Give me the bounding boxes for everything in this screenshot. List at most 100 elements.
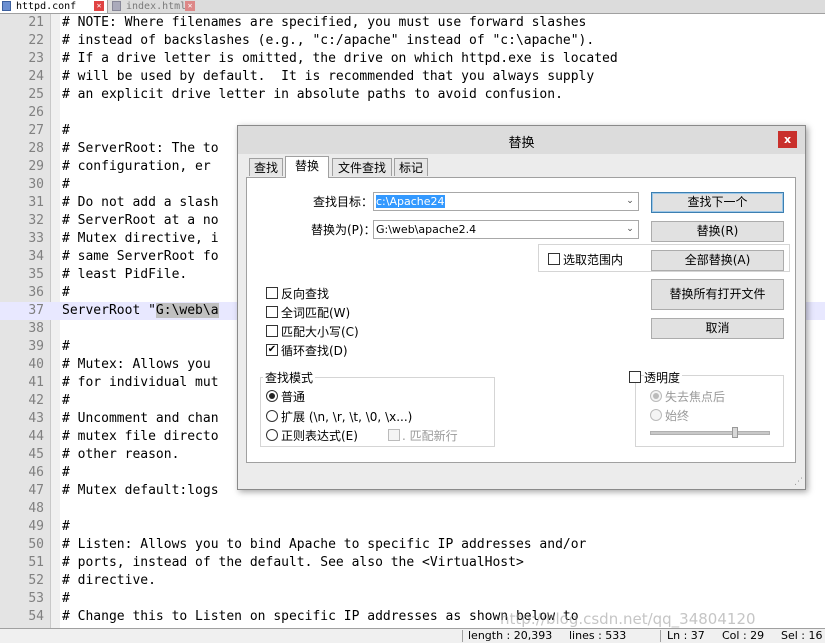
line-number: 23 <box>28 51 44 66</box>
line-number: 38 <box>28 321 44 336</box>
wrap-around-checkbox[interactable]: ✔ <box>266 344 278 356</box>
status-ln: Ln : 37 <box>667 629 705 642</box>
line-text-part: ServerRoot " <box>62 303 156 318</box>
code-line[interactable]: 23 # If a drive letter is omitted, the dr… <box>0 50 825 68</box>
line-number: 24 <box>28 69 44 84</box>
line-text-part: # <box>62 591 70 606</box>
match-case-label: 匹配大小写(C) <box>281 325 359 339</box>
line-text-part: # directive. <box>62 573 156 588</box>
line-number: 28 <box>28 141 44 156</box>
tab-label: httpd.conf <box>16 1 77 12</box>
line-text: # Do not add a slash <box>62 194 219 212</box>
code-line[interactable]: 50 # Listen: Allows you to bind Apache to… <box>0 536 825 554</box>
whole-word-checkbox[interactable] <box>266 306 278 318</box>
tab-httpd-conf[interactable]: httpd.conf ✕ <box>0 0 108 13</box>
code-line[interactable]: 21 # NOTE: Where filenames are specified,… <box>0 14 825 32</box>
on-lose-focus-radio[interactable] <box>650 390 662 402</box>
always-radio[interactable] <box>650 409 662 421</box>
cancel-button[interactable]: 取消 <box>651 318 784 339</box>
find-what-combobox[interactable]: c:\Apache24 ⌄ <box>373 192 639 211</box>
line-text: # other reason. <box>62 446 179 464</box>
code-line[interactable]: 53 # <box>0 590 825 608</box>
transparency-checkbox[interactable] <box>629 371 641 383</box>
close-tab-icon[interactable]: ✕ <box>185 1 195 11</box>
tab-replace[interactable]: 替换 <box>285 156 329 178</box>
code-line[interactable]: 26 <box>0 104 825 122</box>
line-text: # configuration, er <box>62 158 211 176</box>
replace-all-open-docs-button[interactable]: 替换所有打开文件 <box>651 279 784 310</box>
in-selection-checkbox[interactable] <box>548 253 560 265</box>
line-text-part: # <box>62 519 70 534</box>
status-separator <box>660 630 661 642</box>
line-text: # <box>62 590 70 608</box>
line-number: 48 <box>28 501 44 516</box>
document-tab-bar: httpd.conf ✕ index.html ✕ <box>0 0 825 14</box>
line-text: # <box>62 518 70 536</box>
search-mode-title: 查找模式 <box>263 369 316 386</box>
line-text-part: # an explicit drive letter in absolute p… <box>62 87 563 102</box>
file-icon <box>2 1 11 11</box>
tab-label: index.html <box>126 1 187 12</box>
match-case-checkbox[interactable] <box>266 325 278 337</box>
line-number: 54 <box>28 609 44 624</box>
line-text-part: # ports, instead of the default. See als… <box>62 555 524 570</box>
replace-all-button[interactable]: 全部替换(A) <box>651 250 784 271</box>
mode-regex-label: 正则表达式(E) <box>281 429 358 443</box>
line-number: 33 <box>28 231 44 246</box>
radio-dot <box>653 393 659 399</box>
code-line[interactable]: 51 # ports, instead of the default. See a… <box>0 554 825 572</box>
mode-normal-radio[interactable] <box>266 390 278 402</box>
line-number: 21 <box>28 15 44 30</box>
line-text-part: # Mutex: Allows you <box>62 357 211 372</box>
code-line[interactable]: 25 # an explicit drive letter in absolute… <box>0 86 825 104</box>
find-next-button[interactable]: 查找下一个 <box>651 192 784 213</box>
line-number: 49 <box>28 519 44 534</box>
code-line[interactable]: 52 # directive. <box>0 572 825 590</box>
close-dialog-button[interactable]: x <box>778 131 797 148</box>
line-text: # mutex file directo <box>62 428 219 446</box>
replace-panel: 查找目标： c:\Apache24 ⌄ 替换为(P)： G:\web\apach… <box>246 177 796 463</box>
line-text: # Mutex directive, i <box>62 230 219 248</box>
replace-with-label: 替换为(P)： <box>311 223 376 237</box>
on-lose-focus-label: 失去焦点后 <box>665 390 726 404</box>
tab-find-in-files[interactable]: 文件查找 <box>332 158 392 176</box>
status-col: Col : 29 <box>722 629 765 642</box>
code-line[interactable]: 22 # instead of backslashes (e.g., "c:/ap… <box>0 32 825 50</box>
always-label: 始终 <box>665 409 690 423</box>
line-text: # <box>62 338 70 356</box>
mode-regex-radio[interactable] <box>266 429 278 441</box>
line-number: 31 <box>28 195 44 210</box>
code-line[interactable]: 49 # <box>0 518 825 536</box>
mode-extended-radio[interactable] <box>266 410 278 422</box>
line-text: # Mutex: Allows you <box>62 356 211 374</box>
chevron-down-icon[interactable]: ⌄ <box>624 221 636 238</box>
matches-newline-checkbox[interactable] <box>388 429 400 441</box>
status-separator <box>462 630 463 642</box>
line-text: # ports, instead of the default. See als… <box>62 554 524 572</box>
slider-thumb[interactable] <box>732 427 738 438</box>
line-text-part: # <box>62 393 70 408</box>
mode-normal-label: 普通 <box>281 390 306 404</box>
resize-grip-icon[interactable]: ⋰ <box>794 477 803 487</box>
selected-text: G:\web\a <box>155 303 219 318</box>
code-line[interactable]: 48 <box>0 500 825 518</box>
transparency-slider[interactable] <box>650 431 770 435</box>
dialog-titlebar[interactable]: 替换 x <box>238 126 805 154</box>
chevron-down-icon[interactable]: ⌄ <box>624 193 636 210</box>
backward-checkbox[interactable] <box>266 287 278 299</box>
line-text-part: # ServerRoot: The to <box>62 141 219 156</box>
line-number: 29 <box>28 159 44 174</box>
code-line[interactable]: 24 # will be used by default. It is recom… <box>0 68 825 86</box>
dialog-title: 替换 <box>508 136 535 151</box>
tab-mark[interactable]: 标记 <box>394 158 428 176</box>
line-text: # same ServerRoot fo <box>62 248 219 266</box>
tab-find[interactable]: 查找 <box>249 158 283 176</box>
line-number: 25 <box>28 87 44 102</box>
line-number: 26 <box>28 105 44 120</box>
line-text: # <box>62 176 70 194</box>
line-text: # Mutex default:logs <box>62 482 219 500</box>
close-tab-icon[interactable]: ✕ <box>94 1 104 11</box>
tab-index-html[interactable]: index.html ✕ <box>110 0 198 13</box>
replace-button[interactable]: 替换(R) <box>651 221 784 242</box>
replace-with-combobox[interactable]: G:\web\apache2.4 ⌄ <box>373 220 639 239</box>
